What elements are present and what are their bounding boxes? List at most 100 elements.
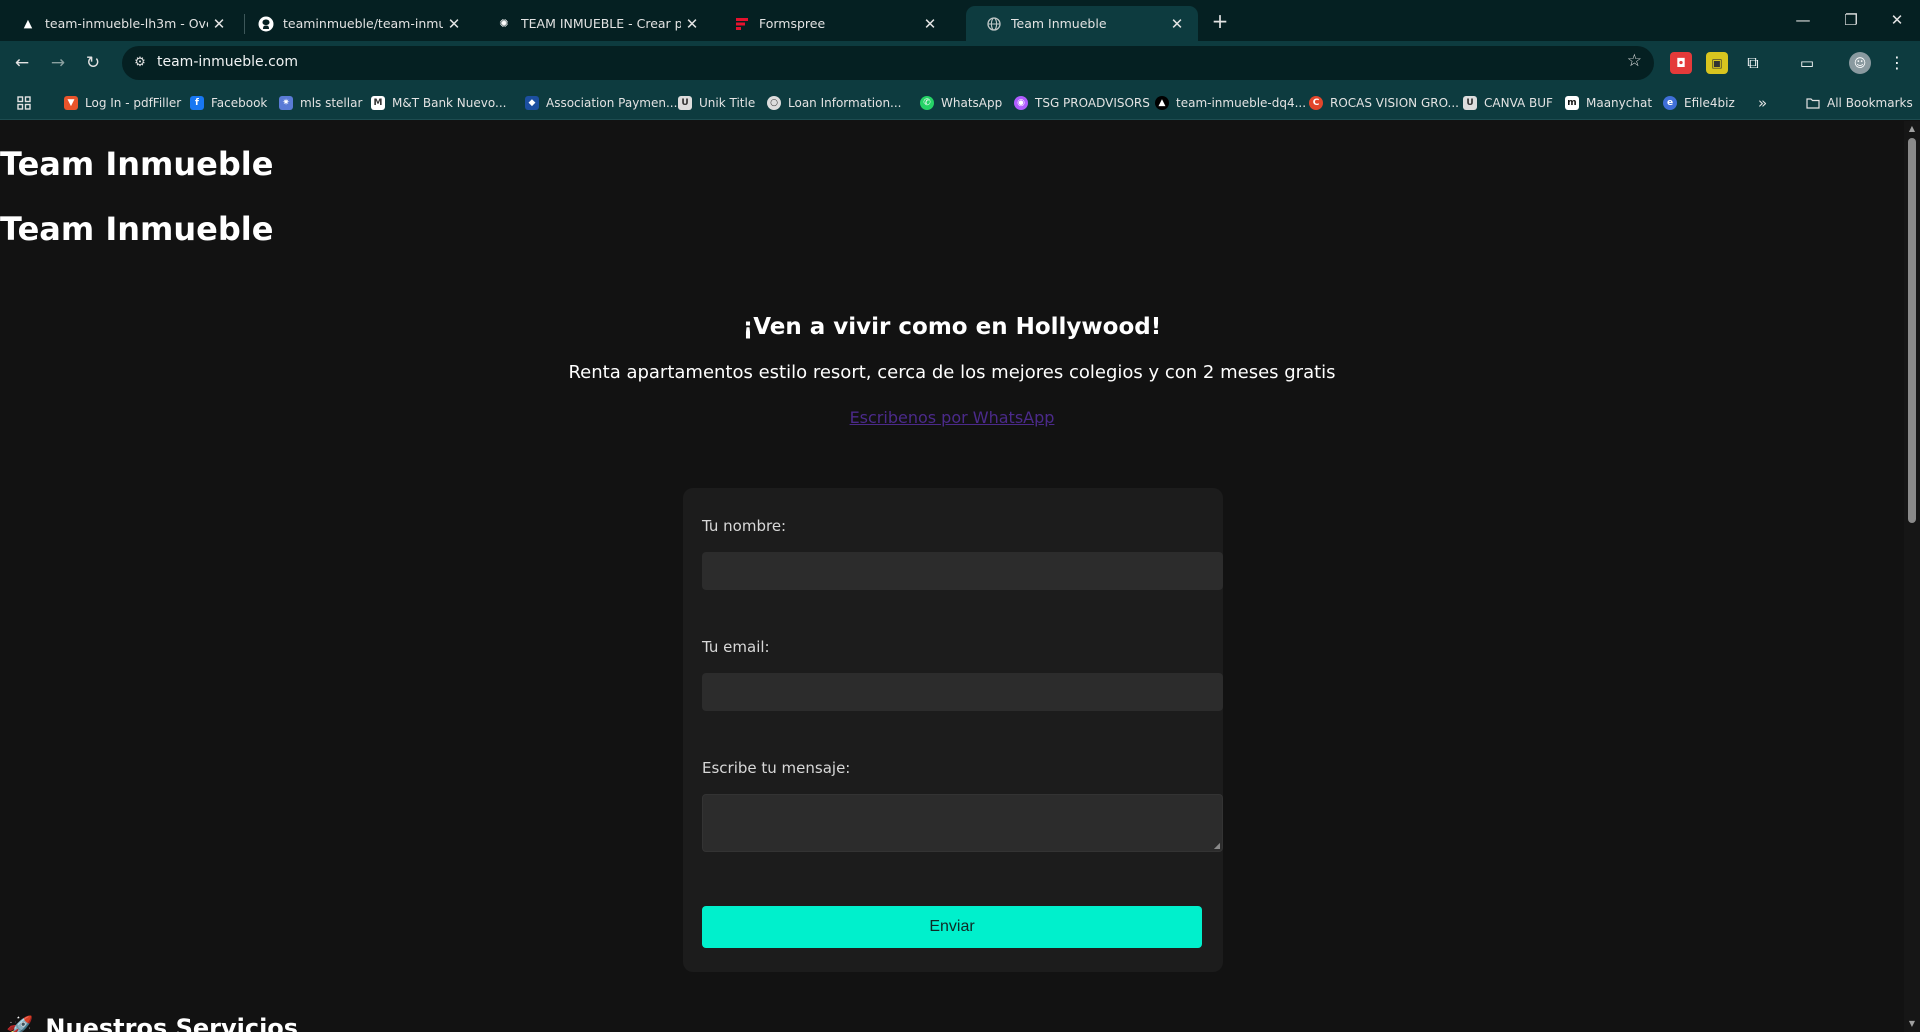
unik-title-icon: U xyxy=(678,96,692,110)
extension-icon[interactable]: ▣ xyxy=(1706,52,1728,74)
bookmark-item[interactable]: m Maanychat xyxy=(1565,94,1652,112)
bookmark-item[interactable]: ▼ Log In - pdfFiller xyxy=(64,94,181,112)
window-close-icon[interactable]: ✕ xyxy=(1874,0,1920,41)
scroll-up-arrow-icon[interactable]: ▲ xyxy=(1908,124,1916,133)
chatgpt-icon: ✺ xyxy=(499,17,509,30)
vercel-triangle-icon: ▲ xyxy=(23,17,33,30)
back-icon[interactable]: ← xyxy=(7,48,37,78)
close-icon[interactable]: ✕ xyxy=(208,15,230,33)
manychat-icon: m xyxy=(1565,96,1579,110)
bookmark-item[interactable]: ▲ team-inmueble-dq4... xyxy=(1155,94,1306,112)
rocket-icon: 🚀 xyxy=(6,1015,34,1032)
bookmark-label: CANVA BUF xyxy=(1484,96,1553,110)
close-icon[interactable]: ✕ xyxy=(681,15,703,33)
bookmark-item[interactable]: U CANVA BUF xyxy=(1463,94,1553,112)
tab-title: TEAM INMUEBLE - Crear página xyxy=(521,16,681,31)
bookmark-item[interactable]: M M&T Bank Nuevo... xyxy=(371,94,506,112)
new-tab-button[interactable]: + xyxy=(1206,8,1234,36)
tab-title: teaminmueble/team-inmueble xyxy=(283,16,443,31)
formspree-icon xyxy=(734,16,750,32)
tab-title: Team Inmueble xyxy=(1011,16,1107,31)
bookmark-item[interactable]: f Facebook xyxy=(190,94,267,112)
services-heading: Nuestros Servicios xyxy=(45,1014,299,1032)
bookmark-item[interactable]: ◆ Association Paymen... xyxy=(525,94,677,112)
globe-icon: ○ xyxy=(767,96,781,110)
bookmark-item[interactable]: e Efile4biz xyxy=(1663,94,1735,112)
scrollbar-thumb[interactable] xyxy=(1908,138,1916,523)
hero-subtitle: Renta apartamentos estilo resort, cerca … xyxy=(568,362,1336,383)
close-icon[interactable]: ✕ xyxy=(443,15,465,33)
puzzle-extensions-icon[interactable]: ⧉ xyxy=(1742,52,1764,74)
forward-icon[interactable]: → xyxy=(43,48,73,78)
close-icon[interactable]: ✕ xyxy=(1166,15,1188,33)
email-input[interactable] xyxy=(702,673,1223,711)
submit-button[interactable]: Enviar xyxy=(702,906,1202,948)
bookmark-item[interactable]: ✷ mls stellar xyxy=(279,94,362,112)
bookmark-item[interactable]: C ROCAS VISION GRO... xyxy=(1309,94,1459,112)
reading-list-icon[interactable]: ▭ xyxy=(1796,52,1818,74)
facebook-icon: f xyxy=(190,96,204,110)
vercel-triangle-icon: ▲ xyxy=(1155,96,1169,110)
all-bookmarks-button[interactable]: All Bookmarks xyxy=(1806,94,1913,112)
globe-icon xyxy=(986,16,1002,32)
reload-icon[interactable]: ↻ xyxy=(78,48,108,78)
bookmark-item[interactable]: ○ Loan Information... xyxy=(767,94,902,112)
tab-formspree[interactable]: Formspree ✕ xyxy=(714,6,951,41)
bookmark-label: M&T Bank Nuevo... xyxy=(392,96,507,110)
pdffiller-icon: ▼ xyxy=(64,96,78,110)
bookmark-item[interactable]: U Unik Title xyxy=(678,94,755,112)
url-text[interactable]: team-inmueble.com xyxy=(157,54,298,70)
address-bar[interactable]: ⚙ team-inmueble.com ☆ xyxy=(122,46,1654,80)
canva-icon: U xyxy=(1463,96,1477,110)
resize-handle-icon[interactable]: ◢ xyxy=(1214,841,1220,850)
minimize-icon[interactable]: — xyxy=(1780,0,1826,41)
tsg-icon: ◉ xyxy=(1014,96,1028,110)
whatsapp-link[interactable]: Escribenos por WhatsApp xyxy=(850,408,1055,427)
bookmark-label: mls stellar xyxy=(300,96,363,110)
page-scrollbar[interactable]: ▲ ▼ xyxy=(1904,121,1920,1032)
site-info-icon[interactable]: ⚙ xyxy=(130,53,150,73)
rocas-icon: C xyxy=(1309,96,1323,110)
all-bookmarks-label: All Bookmarks xyxy=(1827,96,1913,110)
message-textarea[interactable]: ◢ xyxy=(702,794,1223,852)
bookmark-label: Maanychat xyxy=(1586,96,1653,110)
scroll-down-arrow-icon[interactable]: ▼ xyxy=(1908,1019,1916,1028)
site-heading: Team Inmueble xyxy=(0,145,274,183)
tab-title: team-inmueble-lh3m - Overview xyxy=(45,16,208,31)
apps-grid-icon[interactable] xyxy=(17,94,31,112)
tab-vercel-overview[interactable]: ▲ team-inmueble-lh3m - Overview ✕ xyxy=(0,6,240,41)
name-input[interactable] xyxy=(702,552,1223,590)
bookmark-label: Association Paymen... xyxy=(546,96,678,110)
tab-chatgpt[interactable]: ✺ TEAM INMUEBLE - Crear página ✕ xyxy=(476,6,713,41)
profile-avatar[interactable]: ☺ xyxy=(1849,52,1871,74)
bookmark-label: Efile4biz xyxy=(1684,96,1735,110)
efile4biz-icon: e xyxy=(1663,96,1677,110)
hero-title: ¡Ven a vivir como en Hollywood! xyxy=(742,314,1162,340)
close-icon[interactable]: ✕ xyxy=(919,15,941,33)
page-viewport: Team Inmueble Team Inmueble ¡Ven a vivir… xyxy=(0,121,1904,1032)
bookmark-label: Loan Information... xyxy=(788,96,902,110)
mt-bank-icon: M xyxy=(371,96,385,110)
tab-team-inmueble[interactable]: Team Inmueble ✕ xyxy=(966,6,1198,41)
bookmark-label: TSG PROADVISORS xyxy=(1035,96,1150,110)
browser-toolbar: ← → ↻ ⚙ team-inmueble.com ☆ ◘ ▣ ⧉ ▭ ☺ ⋮ xyxy=(0,41,1920,85)
folder-icon xyxy=(1806,96,1820,110)
site-heading-duplicate: Team Inmueble xyxy=(0,210,274,248)
bookmark-item[interactable]: ◉ TSG PROADVISORS xyxy=(1014,94,1150,112)
bookmark-star-icon[interactable]: ☆ xyxy=(1627,51,1642,71)
association-icon: ◆ xyxy=(525,96,539,110)
tab-title: Formspree xyxy=(759,16,826,31)
email-label: Tu email: xyxy=(702,638,770,656)
bookmark-label: ROCAS VISION GRO... xyxy=(1330,96,1459,110)
contact-form: Tu nombre: Tu email: Escribe tu mensaje:… xyxy=(683,488,1223,972)
bookmark-label: WhatsApp xyxy=(941,96,1003,110)
more-menu-icon[interactable]: ⋮ xyxy=(1886,52,1908,74)
pocket-extension-icon[interactable]: ◘ xyxy=(1670,52,1692,74)
restore-icon[interactable]: ❐ xyxy=(1828,0,1874,41)
tab-github[interactable]: teaminmueble/team-inmueble ✕ xyxy=(238,6,475,41)
bookmark-label: Log In - pdfFiller xyxy=(85,96,182,110)
more-bookmarks-chevron-icon[interactable]: » xyxy=(1758,94,1767,112)
bookmark-label: team-inmueble-dq4... xyxy=(1176,96,1307,110)
bookmark-item[interactable]: ✆ WhatsApp xyxy=(920,94,1002,112)
message-label: Escribe tu mensaje: xyxy=(702,759,851,777)
